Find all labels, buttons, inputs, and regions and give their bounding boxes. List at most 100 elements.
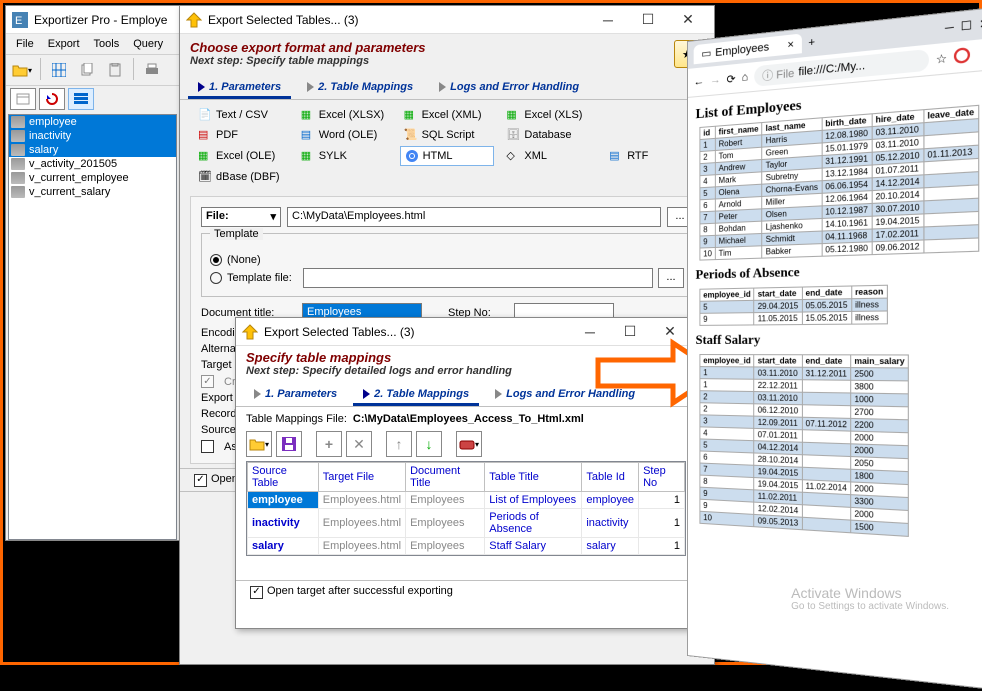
main-titlebar[interactable]: E Exportizer Pro - Employe [6, 6, 179, 34]
move-down-button[interactable]: ↓ [416, 431, 442, 457]
table-row[interactable]: inactivity Employees.html Employees Peri… [248, 509, 685, 538]
dialog1-heading: Choose export format and parameters [190, 40, 426, 55]
fmt-dbf[interactable]: 🗓dBase (DBF) [194, 168, 289, 186]
radio-template-file[interactable]: Template file:... [210, 268, 684, 288]
database-icon: 🗄 [506, 128, 520, 142]
tab-parameters[interactable]: 1. Parameters [244, 385, 347, 406]
format-bar: 📄Text / CSV ▦Excel (XLSX) ▦Excel (XML) ▦… [180, 100, 714, 192]
back-icon[interactable]: ← [694, 75, 705, 88]
extension-icon[interactable] [954, 47, 970, 67]
mapping-grid[interactable]: Source Table Target File Document Title … [246, 461, 686, 556]
menu-tools[interactable]: Tools [88, 36, 126, 52]
tree-item-v-activity[interactable]: v_activity_201505 [9, 157, 176, 171]
absence-table: employee_idstart_dateend_datereason529.0… [699, 285, 887, 326]
browse-template-button[interactable]: ... [658, 268, 684, 288]
menu-file[interactable]: File [10, 36, 40, 52]
print-button[interactable] [140, 58, 164, 82]
tree-toolbar [6, 86, 179, 112]
fmt-db[interactable]: 🗄Database [502, 126, 597, 144]
table-icon [11, 116, 25, 128]
table-row[interactable]: salary Employees.html Employees Staff Sa… [248, 538, 685, 555]
fmt-xls[interactable]: ▦Excel (XLS) [502, 106, 597, 124]
fmt-xml[interactable]: ◇XML [502, 146, 597, 166]
close-button[interactable]: ✕ [668, 6, 708, 34]
tab-logs[interactable]: Logs and Error Handling [485, 385, 645, 406]
tree-refresh[interactable] [39, 88, 65, 110]
fmt-pdf[interactable]: ▤PDF [194, 126, 289, 144]
chevron-down-icon[interactable]: ▾ [270, 210, 276, 224]
open-mapping-button[interactable]: ▾ [246, 431, 272, 457]
main-window: E Exportizer Pro - Employe File Export T… [5, 5, 180, 541]
minimize-button[interactable]: ─ [945, 21, 954, 35]
fmt-rtf[interactable]: ▤RTF [605, 146, 700, 166]
tree-item-employee[interactable]: employee [9, 115, 176, 129]
table-row[interactable]: employee Employees.html Employees List o… [248, 492, 685, 509]
excel-icon: ▦ [198, 149, 212, 163]
tree-mode-3[interactable] [68, 88, 94, 110]
dialog1-titlebar[interactable]: Export Selected Tables... (3) ─ ☐ ✕ [180, 6, 714, 34]
table-icon [11, 172, 25, 184]
new-tab-button[interactable]: + [808, 36, 815, 49]
table-tree[interactable]: employee inactivity salary v_activity_20… [8, 114, 177, 540]
maximize-button[interactable]: ☐ [610, 318, 650, 346]
fmt-sylk[interactable]: ▦SYLK [297, 146, 392, 166]
fmt-excelxml[interactable]: ▦Excel (XML) [400, 106, 495, 124]
radio-none[interactable]: (None) [210, 254, 684, 266]
paste-button[interactable] [103, 58, 127, 82]
menu-export[interactable]: Export [42, 36, 86, 52]
maximize-button[interactable]: ☐ [961, 18, 972, 34]
fmt-html[interactable]: HTML [400, 146, 495, 166]
employees-table: idfirst_namelast_namebirth_datehire_date… [699, 105, 978, 261]
close-tab-icon[interactable]: × [787, 38, 794, 51]
forward-icon[interactable]: → [710, 74, 721, 87]
dialog2-sub: Next step: Specify detailed logs and err… [246, 365, 686, 377]
close-button[interactable]: ✕ [650, 318, 690, 346]
menubar: File Export Tools Query [6, 34, 179, 54]
fmt-word[interactable]: ▤Word (OLE) [297, 126, 392, 144]
star-icon[interactable]: ☆ [936, 51, 947, 66]
fmt-sql[interactable]: 📜SQL Script [400, 126, 495, 144]
delete-row-button[interactable]: ✕ [346, 431, 372, 457]
menu-query[interactable]: Query [127, 36, 169, 52]
minimize-button[interactable]: ─ [570, 318, 610, 346]
tree-item-inactivity[interactable]: inactivity [9, 129, 176, 143]
dialog2-heading: Specify table mappings [246, 350, 686, 365]
open-folder-button[interactable]: ▾ [10, 58, 34, 82]
tree-item-v-cur-emp[interactable]: v_current_employee [9, 171, 176, 185]
file-input[interactable]: C:\MyData\Employees.html [287, 207, 661, 227]
dialog2-titlebar[interactable]: Export Selected Tables... (3) ─ ☐ ✕ [236, 318, 696, 346]
tree-item-salary[interactable]: salary [9, 143, 176, 157]
text-icon: 📄 [198, 108, 212, 122]
fmt-xlsx[interactable]: ▦Excel (XLSX) [297, 106, 392, 124]
grid-button[interactable] [47, 58, 71, 82]
arrow-icon [495, 389, 502, 399]
export-dialog-2: Export Selected Tables... (3) ─ ☐ ✕ Spec… [235, 317, 697, 629]
tab-mappings[interactable]: 2. Table Mappings [353, 385, 479, 406]
tree-mode-1[interactable] [10, 88, 36, 110]
dialog2-tabbar: 1. Parameters 2. Table Mappings Logs and… [236, 381, 696, 406]
tree-item-v-cur-sal[interactable]: v_current_salary [9, 185, 176, 199]
table-icon [11, 144, 25, 156]
move-up-button[interactable]: ↑ [386, 431, 412, 457]
minimize-button[interactable]: ─ [588, 6, 628, 34]
reload-icon[interactable]: ⟳ [727, 72, 736, 86]
target-button[interactable]: ▾ [456, 431, 482, 457]
open-target-check[interactable] [250, 586, 263, 599]
menu-icon[interactable]: ⋮ [977, 47, 982, 63]
save-mapping-button[interactable] [276, 431, 302, 457]
fmt-excelole[interactable]: ▦Excel (OLE) [194, 146, 289, 166]
tab-logs[interactable]: Logs and Error Handling [429, 78, 589, 99]
home-icon[interactable]: ⌂ [742, 71, 749, 84]
fmt-text[interactable]: 📄Text / CSV [194, 106, 289, 124]
open-target-check[interactable] [194, 474, 207, 487]
map-file-value: C:\MyData\Employees_Access_To_Html.xml [353, 413, 584, 425]
tab-parameters[interactable]: 1. Parameters [188, 78, 291, 99]
mapping-toolbar: ▾ + ✕ ↑ ↓ ▾ [246, 431, 686, 457]
maximize-button[interactable]: ☐ [628, 6, 668, 34]
arrow-icon [198, 82, 205, 92]
export-icon [186, 12, 202, 28]
tab-mappings[interactable]: 2. Table Mappings [297, 78, 423, 99]
arrow-icon [254, 389, 261, 399]
copy-button[interactable] [75, 58, 99, 82]
add-row-button[interactable]: + [316, 431, 342, 457]
